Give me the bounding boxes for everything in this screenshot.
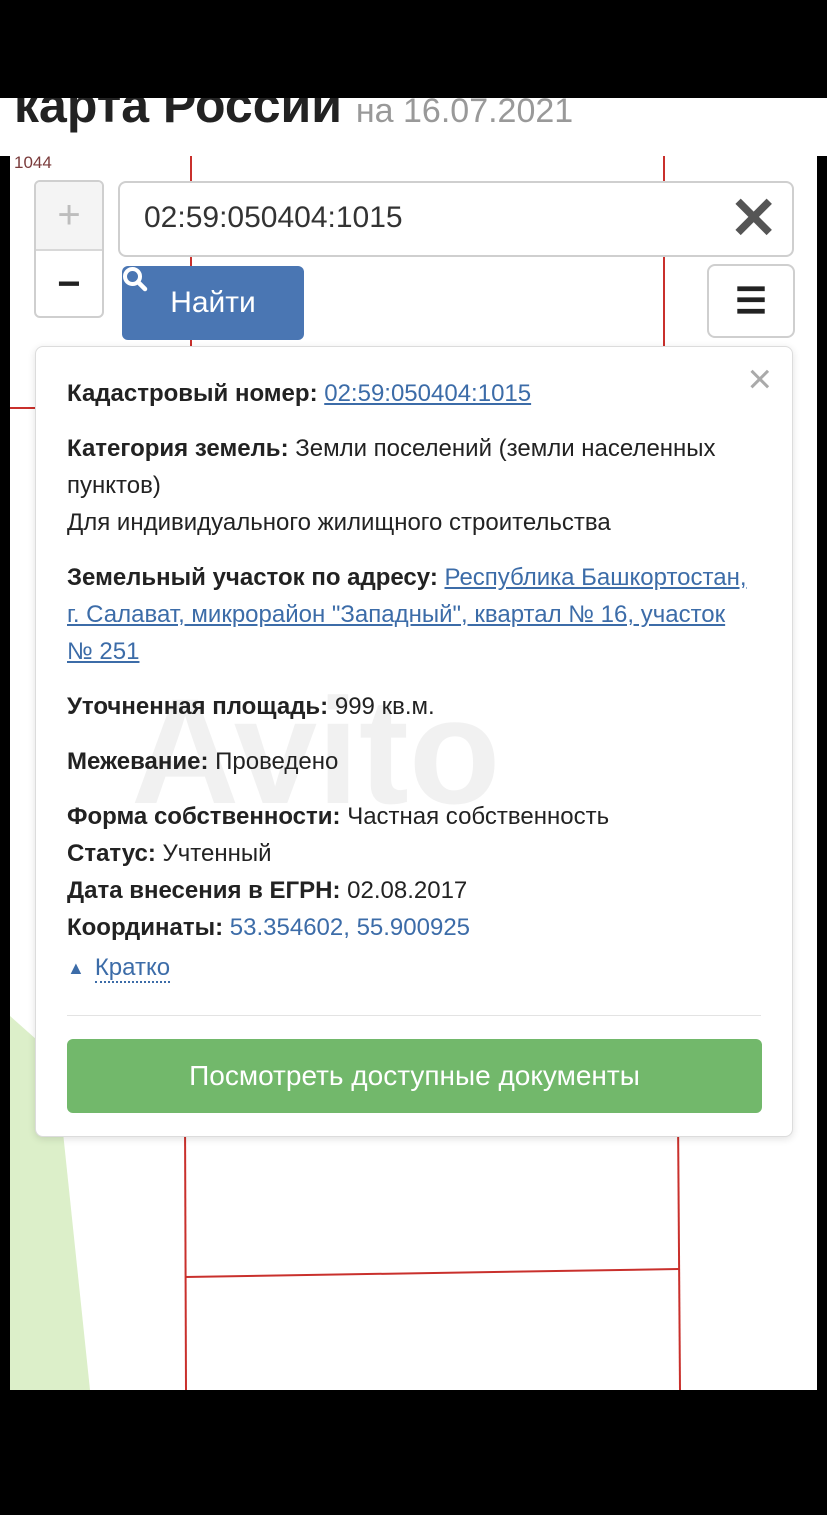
ownership-label: Форма собственности: bbox=[67, 803, 341, 830]
cadastral-search-input[interactable] bbox=[142, 200, 706, 236]
area-value: 999 кв.м. bbox=[334, 693, 435, 720]
zoom-in-button[interactable]: + bbox=[36, 182, 102, 251]
parcel-number-label: 1044 bbox=[14, 156, 52, 172]
zoom-control: + − bbox=[34, 180, 104, 318]
triangle-up-icon: ▲ bbox=[67, 958, 85, 978]
top-black-bar bbox=[0, 0, 827, 98]
cadastral-label: Кадастровый номер: bbox=[67, 380, 318, 407]
parcel-boundary bbox=[184, 1268, 680, 1278]
egrn-date-label: Дата внесения в ЕГРН: bbox=[67, 877, 341, 904]
parcel-info: Кадастровый номер: 02:59:050404:1015 Кат… bbox=[67, 375, 757, 987]
ownership-value: Частная собственность bbox=[347, 803, 610, 830]
page-header: карта России на 16.07.2021 bbox=[0, 98, 827, 156]
coordinates-label: Координаты: bbox=[67, 914, 224, 941]
brief-toggle[interactable]: ▲ Кратко bbox=[67, 950, 757, 987]
bottom-black-bar bbox=[0, 1390, 827, 1515]
parcel-boundary bbox=[677, 1115, 681, 1390]
survey-label: Межевание: bbox=[67, 748, 209, 775]
parcel-boundary bbox=[184, 1115, 187, 1390]
page-title: карта России на 16.07.2021 bbox=[14, 98, 573, 134]
search-box: ✕ bbox=[118, 181, 794, 257]
search-icon bbox=[123, 267, 148, 292]
status-label: Статус: bbox=[67, 840, 156, 867]
cadastral-number-link[interactable]: 02:59:050404:1015 bbox=[324, 380, 531, 407]
page-title-date: на 16.07.2021 bbox=[355, 98, 574, 130]
divider bbox=[67, 1015, 761, 1016]
category-use: Для индивидуального жилищного строительс… bbox=[67, 509, 611, 536]
hamburger-icon: ☰ bbox=[734, 280, 768, 321]
find-button-label: Найти bbox=[170, 286, 256, 319]
survey-value: Проведено bbox=[215, 748, 339, 775]
coordinates-link[interactable]: 53.354602, 55.900925 bbox=[230, 914, 470, 941]
page-title-text: карта России bbox=[14, 98, 342, 133]
menu-button[interactable]: ☰ bbox=[707, 264, 795, 338]
status-value: Учтенный bbox=[162, 840, 272, 867]
brief-toggle-label: Кратко bbox=[94, 953, 171, 983]
close-icon[interactable]: ✕ bbox=[729, 189, 778, 249]
egrn-date-value: 02.08.2017 bbox=[347, 877, 468, 904]
address-label: Земельный участок по адресу: bbox=[67, 564, 438, 591]
parcel-info-popup: Avito × Кадастровый номер: 02:59:050404:… bbox=[35, 346, 793, 1137]
find-button[interactable]: Найти bbox=[122, 266, 304, 340]
zoom-out-button[interactable]: − bbox=[36, 251, 102, 316]
category-label: Категория земель: bbox=[67, 435, 289, 462]
view-documents-button[interactable]: Посмотреть доступные документы bbox=[67, 1039, 762, 1113]
area-label: Уточненная площадь: bbox=[67, 693, 329, 720]
